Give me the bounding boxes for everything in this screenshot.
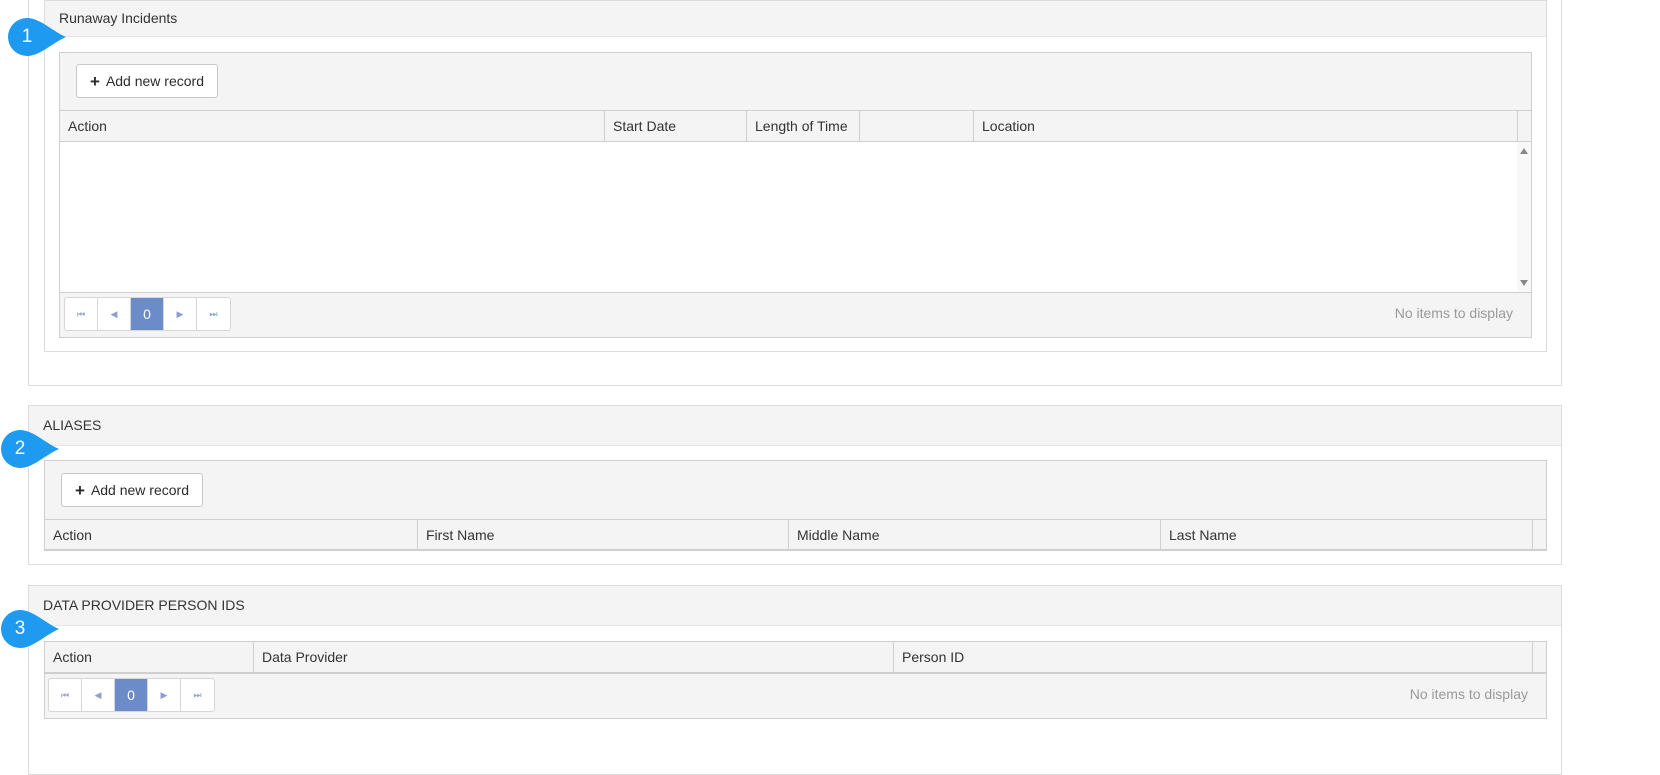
data-provider-title: DATA PROVIDER PERSON IDS xyxy=(43,597,245,613)
column-header-middle-name[interactable]: Middle Name xyxy=(789,520,1161,549)
first-page-icon[interactable]: ⏮ xyxy=(65,298,98,330)
pager-info: No items to display xyxy=(1409,686,1528,702)
runaway-incidents-title: Runaway Incidents xyxy=(59,10,178,26)
column-header-data-provider[interactable]: Data Provider xyxy=(254,642,894,672)
data-provider-header: DATA PROVIDER PERSON IDS xyxy=(29,586,1561,626)
callout-badge-number-1: 1 xyxy=(21,26,33,47)
runaway-incidents-panel: Runaway Incidents + Add new record Actio… xyxy=(44,0,1547,352)
column-header-location[interactable]: Location xyxy=(974,111,1518,141)
data-provider-grid: Action Data Provider Person ID ⏮ ◀ 0 ▶ ⏭… xyxy=(44,641,1547,719)
scroll-down-icon[interactable] xyxy=(1520,280,1528,286)
previous-page-icon[interactable]: ◀ xyxy=(98,298,131,330)
plus-icon: + xyxy=(75,480,85,500)
next-page-icon[interactable]: ▶ xyxy=(148,679,181,711)
runaway-table-body xyxy=(60,142,1531,293)
runaway-table-header: Action Start Date Length of Time Locatio… xyxy=(60,110,1531,142)
add-new-record-button[interactable]: + Add new record xyxy=(61,473,203,507)
add-new-record-label: Add new record xyxy=(105,73,204,89)
data-provider-table-header: Action Data Provider Person ID xyxy=(45,642,1546,674)
aliases-grid: + Add new record Action First Name Middl… xyxy=(44,460,1547,551)
first-page-icon[interactable]: ⏮ xyxy=(49,679,82,711)
plus-icon: + xyxy=(90,71,100,91)
data-provider-pager: ⏮ ◀ 0 ▶ ⏭ xyxy=(48,678,215,712)
column-header-action[interactable]: Action xyxy=(60,111,605,141)
add-new-record-label: Add new record xyxy=(90,482,189,498)
callout-badge-number-3: 3 xyxy=(14,618,26,639)
aliases-panel: ALIASES + Add new record Action First Na… xyxy=(28,405,1562,565)
last-page-icon[interactable]: ⏭ xyxy=(197,298,230,330)
previous-page-icon[interactable]: ◀ xyxy=(82,679,115,711)
pager-info: No items to display xyxy=(1394,305,1513,321)
column-header-length-of-time[interactable]: Length of Time xyxy=(747,111,860,141)
add-new-record-button[interactable]: + Add new record xyxy=(76,64,218,98)
last-page-icon[interactable]: ⏭ xyxy=(181,679,214,711)
column-header-blank[interactable] xyxy=(860,111,974,141)
aliases-header: ALIASES xyxy=(29,406,1561,446)
vertical-scrollbar[interactable] xyxy=(1517,142,1531,292)
column-header-start-date[interactable]: Start Date xyxy=(605,111,747,141)
aliases-table-header: Action First Name Middle Name Last Name xyxy=(45,519,1546,551)
scroll-up-icon[interactable] xyxy=(1520,148,1528,154)
runaway-incidents-grid: + Add new record Action Start Date Lengt… xyxy=(59,52,1532,338)
column-header-first-name[interactable]: First Name xyxy=(418,520,789,549)
column-header-person-id[interactable]: Person ID xyxy=(894,642,1533,672)
runaway-pager: ⏮ ◀ 0 ▶ ⏭ xyxy=(64,297,231,331)
column-header-action[interactable]: Action xyxy=(45,520,418,549)
callout-badge-2: 2 xyxy=(1,430,59,468)
column-header-last-name[interactable]: Last Name xyxy=(1161,520,1533,549)
callout-badge-1: 1 xyxy=(8,18,66,56)
callout-badge-number-2: 2 xyxy=(14,438,26,459)
callout-badge-3: 3 xyxy=(1,610,59,648)
current-page-button[interactable]: 0 xyxy=(115,679,148,711)
current-page-button[interactable]: 0 xyxy=(131,298,164,330)
runaway-incidents-header: Runaway Incidents xyxy=(45,1,1546,37)
column-header-action[interactable]: Action xyxy=(45,642,254,672)
next-page-icon[interactable]: ▶ xyxy=(164,298,197,330)
data-provider-panel: DATA PROVIDER PERSON IDS Action Data Pro… xyxy=(28,585,1562,775)
